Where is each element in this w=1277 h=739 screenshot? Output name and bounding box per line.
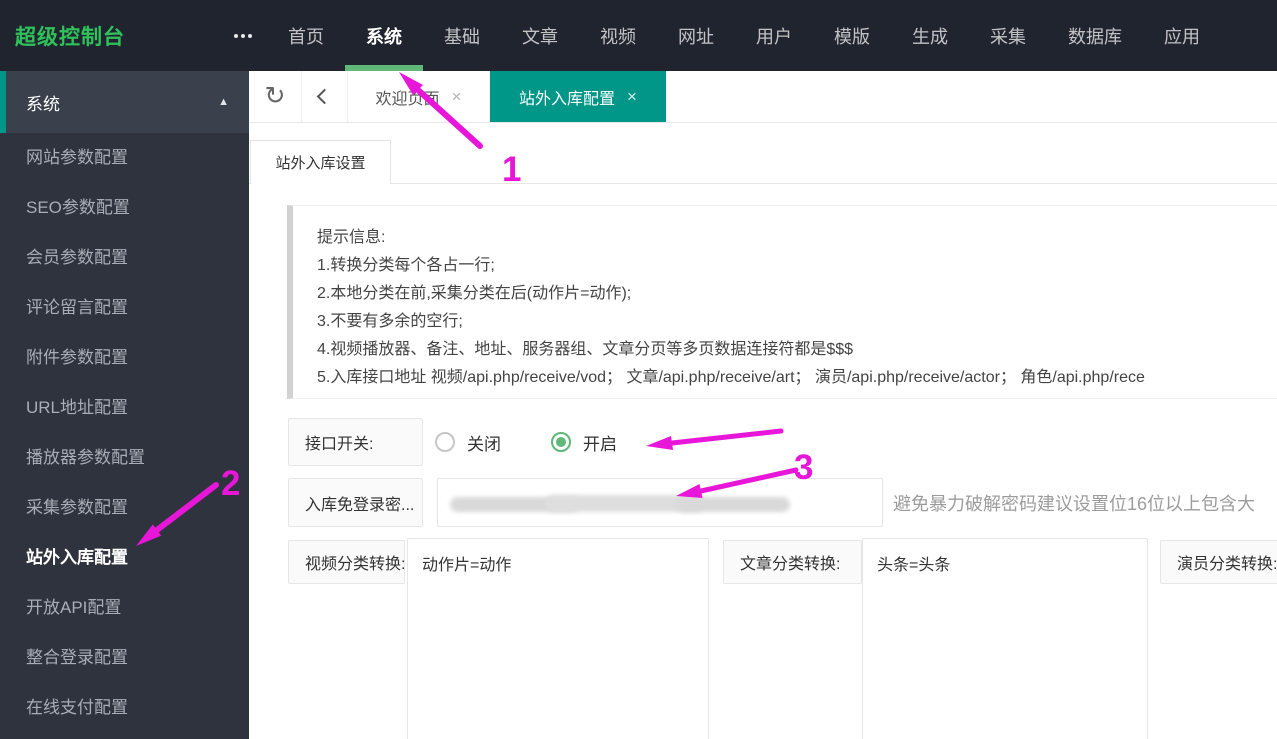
article-convert-label: 文章分类转换: [723,540,862,584]
sidebar-item-site-params[interactable]: 网站参数配置 [0,133,249,183]
sidebar-item-online-payment[interactable]: 在线支付配置 [0,683,249,733]
chevron-up-icon: ▲ [218,96,229,108]
tab-label: 欢迎页面 [376,85,440,109]
close-icon[interactable]: × [452,87,462,107]
app-title: 超级控制台 [0,0,218,71]
actor-convert-label: 演员分类转换: [1160,540,1277,584]
nav-item-basic[interactable]: 基础 [423,0,501,71]
password-redacted-value [450,494,790,514]
tab-toolbar: ↻ 欢迎页面 × 站外入库配置 × [249,71,1277,123]
sidebar-group-label: 系统 [26,90,60,115]
nav-item-article[interactable]: 文章 [501,0,579,71]
sidebar-item-open-api[interactable]: 开放API配置 [0,583,249,633]
sidebar-item-player-params[interactable]: 播放器参数配置 [0,433,249,483]
interface-switch-label: 接口开关: [288,418,423,466]
tips-line: 1.转换分类每个各占一行; [317,252,1277,280]
top-navigation: 首页 系统 基础 文章 视频 网址 用户 模版 生成 采集 数据库 应用 [267,0,1221,71]
radio-option-open[interactable]: 开启 [551,430,617,455]
article-convert-textarea[interactable]: 头条=头条 [862,538,1148,739]
radio-option-close[interactable]: 关闭 [435,430,501,455]
nav-item-app[interactable]: 应用 [1143,0,1221,71]
tips-title: 提示信息: [317,224,1277,252]
topbar: 超级控制台 首页 系统 基础 文章 视频 网址 用户 模版 生成 采集 数据库 … [0,0,1277,71]
sidebar-item-offsite-import[interactable]: 站外入库配置 [0,533,249,583]
radio-unselected-icon [435,432,455,452]
more-menu-icon[interactable] [218,0,267,71]
video-convert-textarea[interactable]: 动作片=动作 [407,538,709,739]
nav-item-database[interactable]: 数据库 [1047,0,1143,71]
tips-panel: 提示信息: 1.转换分类每个各占一行; 2.本地分类在前,采集分类在后(动作片=… [287,205,1277,399]
sidebar-item-member-params[interactable]: 会员参数配置 [0,233,249,283]
sidebar: 系统 ▲ 网站参数配置 SEO参数配置 会员参数配置 评论留言配置 附件参数配置… [0,71,249,739]
tips-line: 3.不要有多余的空行; [317,308,1277,336]
tab-label: 站外入库配置 [519,85,615,109]
nav-item-template[interactable]: 模版 [813,0,891,71]
sidebar-item-collect-params[interactable]: 采集参数配置 [0,483,249,533]
radio-label: 开启 [583,430,617,455]
sidebar-item-seo-params[interactable]: SEO参数配置 [0,183,249,233]
interface-switch-radio-group: 关闭 开启 [435,418,617,466]
refresh-button[interactable]: ↻ [249,71,302,122]
sidebar-item-integrated-login[interactable]: 整合登录配置 [0,633,249,683]
sidebar-item-attachment-params[interactable]: 附件参数配置 [0,333,249,383]
radio-label: 关闭 [467,430,501,455]
tab-offsite-import-config[interactable]: 站外入库配置 × [490,71,666,122]
nav-item-system[interactable]: 系统 [345,0,423,71]
tips-line: 2.本地分类在前,采集分类在后(动作片=动作); [317,280,1277,308]
video-convert-label: 视频分类转换: [288,540,405,584]
sidebar-group-system[interactable]: 系统 ▲ [0,71,249,133]
back-button[interactable] [302,71,348,122]
nav-item-site[interactable]: 网址 [657,0,735,71]
tab-welcome-page[interactable]: 欢迎页面 × [348,71,490,122]
nav-item-home[interactable]: 首页 [267,0,345,71]
app-window: 超级控制台 首页 系统 基础 文章 视频 网址 用户 模版 生成 采集 数据库 … [0,0,1277,739]
import-password-input[interactable] [437,478,883,527]
nav-item-user[interactable]: 用户 [735,0,813,71]
password-hint-text: 避免暴力破解密码建议设置位16位以上包含大 [893,478,1255,527]
active-group-accent [0,71,6,133]
nav-item-video[interactable]: 视频 [579,0,657,71]
nav-item-generate[interactable]: 生成 [891,0,969,71]
chevron-left-icon [317,89,333,105]
close-icon[interactable]: × [627,87,637,107]
tab-offsite-import-settings[interactable]: 站外入库设置 [250,140,391,184]
sidebar-item-url-config[interactable]: URL地址配置 [0,383,249,433]
import-password-label: 入库免登录密... [288,478,423,527]
tips-line: 4.视频播放器、备注、地址、服务器组、文章分页等多页数据连接符都是$$$ [317,336,1277,364]
radio-selected-icon [551,432,571,452]
refresh-icon: ↻ [265,84,286,109]
nav-item-collect[interactable]: 采集 [969,0,1047,71]
tab-strip-divider [249,183,1277,184]
sidebar-item-comment-config[interactable]: 评论留言配置 [0,283,249,333]
tips-line: 5.入库接口地址 视频/api.php/receive/vod； 文章/api.… [317,364,1277,392]
arrowhead-icon [646,436,673,450]
